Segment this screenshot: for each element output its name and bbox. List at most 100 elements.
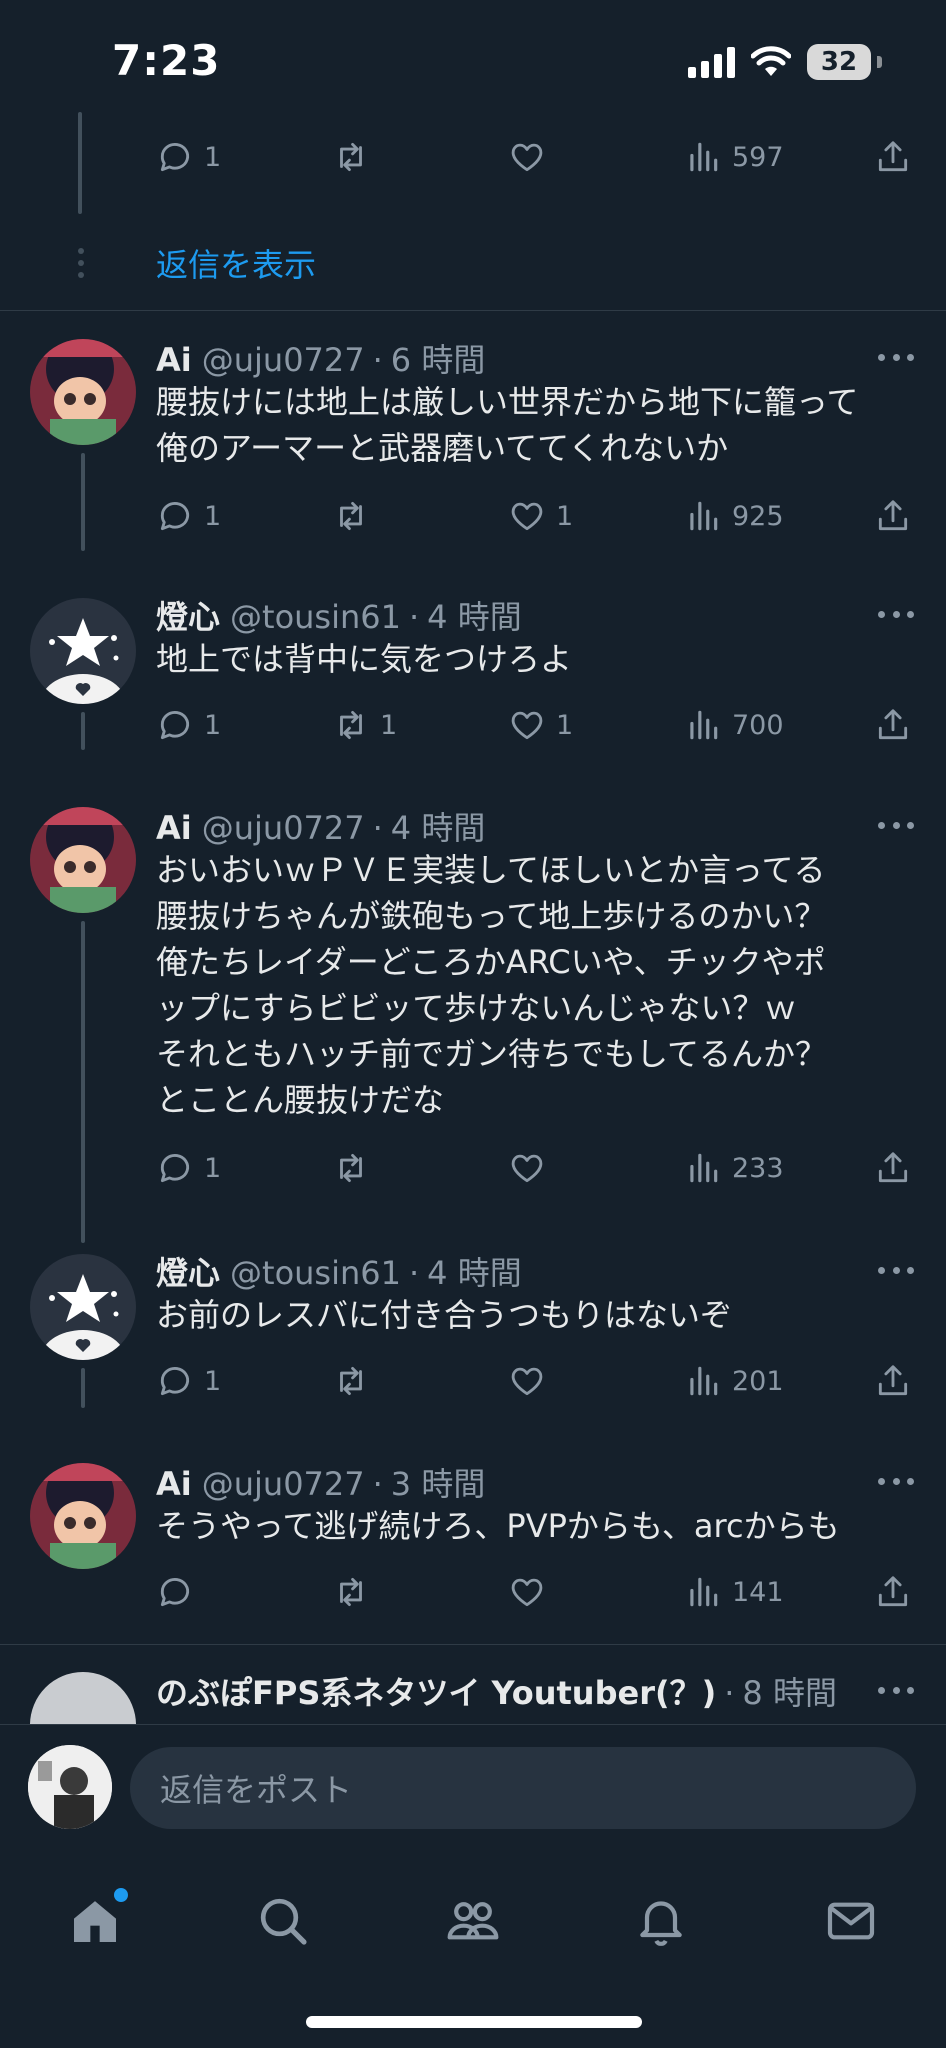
avatar-image [30, 1463, 136, 1569]
status-icons: 32 [688, 44, 882, 80]
more-replies-dots [78, 248, 84, 278]
reply-input[interactable]: 返信をポスト [130, 1747, 916, 1829]
views-button[interactable]: 925 [684, 491, 784, 541]
more-options-icon[interactable] [878, 1459, 914, 1503]
tab-notifications[interactable] [626, 1886, 696, 1956]
timestamp: 6 時間 [390, 341, 486, 379]
like-count: 1 [556, 709, 574, 741]
handle[interactable]: @tousin61 [230, 598, 401, 636]
share-button[interactable] [874, 700, 912, 750]
views-icon [690, 142, 718, 172]
display-name[interactable]: Ai [156, 341, 192, 379]
display-name[interactable]: Ai [156, 809, 192, 847]
thread-screen: 7:23 32 1 597 返信を表示 Ai @uju0727 · 6 時間 腰… [0, 0, 946, 2048]
handle[interactable]: @tousin61 [230, 1254, 401, 1292]
reply-button[interactable] [156, 1567, 204, 1617]
tweet-line: そうやって逃げ続けろ、PVPからも、arcからも [156, 1507, 840, 1545]
reply-button[interactable]: 1 [156, 491, 221, 541]
heart-icon [511, 1367, 543, 1396]
views-icon [690, 710, 718, 740]
tab-search[interactable] [248, 1886, 318, 1956]
display-name[interactable]: のぶぽFPS系ネタツイ Youtuber(？) [156, 1668, 716, 1714]
avatar-ai[interactable] [30, 339, 136, 445]
share-button[interactable] [874, 491, 912, 541]
reply-button[interactable]: 1 [156, 1356, 221, 1406]
thread-line [78, 112, 82, 214]
share-button[interactable] [874, 1143, 912, 1193]
tweet-line: 地上では背中に気をつけろよ [156, 640, 573, 678]
avatar-image [28, 1745, 112, 1829]
like-button[interactable] [508, 1567, 556, 1617]
avatar-ai[interactable] [30, 1463, 136, 1569]
tweet-line: 俺たちレイダーどころかARCいや、チックやポ [156, 943, 826, 981]
separator-dot: · [408, 1254, 420, 1292]
handle[interactable]: @uju0727 [202, 341, 365, 379]
wifi-icon [751, 46, 791, 76]
separator-dot: · [724, 1674, 735, 1712]
views-button[interactable]: 597 [684, 132, 784, 182]
action-bar: 1 1 925 [156, 491, 916, 541]
more-options-icon[interactable] [878, 1668, 914, 1712]
share-icon [878, 1365, 908, 1396]
share-button[interactable] [874, 1356, 912, 1406]
display-name[interactable]: 燈心 [156, 592, 220, 638]
action-bar: 1 233 [156, 1143, 916, 1193]
display-name[interactable]: 燈心 [156, 1248, 220, 1294]
avatar-ai[interactable] [30, 807, 136, 913]
retweet-button[interactable] [332, 1143, 380, 1193]
like-button[interactable] [508, 1356, 556, 1406]
action-bar: 1 1 1 700 [156, 700, 916, 750]
reply-button[interactable]: 1 [156, 132, 221, 182]
reply-button[interactable]: 1 [156, 1143, 221, 1193]
more-options-icon[interactable] [878, 1248, 914, 1292]
views-count: 201 [732, 1365, 784, 1397]
like-button[interactable]: 1 [508, 491, 573, 541]
more-options-icon[interactable] [878, 803, 914, 847]
avatar-image [30, 1254, 136, 1360]
tab-home[interactable] [60, 1886, 130, 1956]
show-replies-link[interactable]: 返信を表示 [156, 240, 316, 286]
separator-dot: · [372, 341, 383, 379]
like-button[interactable] [508, 1143, 556, 1193]
more-options-icon[interactable] [878, 592, 914, 636]
divider [0, 310, 946, 311]
reply-button[interactable]: 1 [156, 700, 221, 750]
avatar-image [30, 339, 136, 445]
tweet-header: Ai @uju0727 · 6 時間 [156, 335, 485, 379]
views-button[interactable]: 700 [684, 700, 784, 750]
status-time: 7:23 [112, 36, 221, 85]
more-options-icon[interactable] [878, 335, 914, 379]
retweet-button[interactable] [332, 1567, 380, 1617]
views-button[interactable]: 201 [684, 1356, 784, 1406]
avatar-nobupo[interactable] [30, 1672, 136, 1724]
retweet-icon [340, 1577, 362, 1607]
tab-messages[interactable] [816, 1886, 886, 1956]
tab-communities[interactable] [438, 1886, 508, 1956]
action-bar: 1 201 [156, 1356, 916, 1406]
tweet-line: ップにすらビビッて歩けないんじゃない？ｗ [156, 989, 797, 1027]
tweet-line: 俺のアーマーと武器磨いててくれないか [156, 429, 729, 467]
tweet[interactable]: のぶぽFPS系ネタツイ Youtuber(？) · 8 時間 [0, 1668, 946, 1724]
like-button[interactable] [508, 132, 556, 182]
avatar-image [30, 807, 136, 913]
retweet-button[interactable] [332, 491, 380, 541]
avatar-tousin[interactable] [30, 598, 136, 704]
heart-icon [511, 711, 543, 740]
retweet-button[interactable]: 1 [332, 700, 397, 750]
like-button[interactable]: 1 [508, 700, 573, 750]
avatar-tousin[interactable] [30, 1254, 136, 1360]
share-button[interactable] [874, 132, 912, 182]
display-name[interactable]: Ai [156, 1465, 192, 1503]
retweet-button[interactable] [332, 132, 380, 182]
views-count: 141 [732, 1576, 784, 1608]
avatar-image [30, 598, 136, 704]
handle[interactable]: @uju0727 [202, 809, 365, 847]
retweet-button[interactable] [332, 1356, 380, 1406]
share-button[interactable] [874, 1567, 912, 1617]
views-button[interactable]: 233 [684, 1143, 784, 1193]
views-button[interactable]: 141 [684, 1567, 784, 1617]
handle[interactable]: @uju0727 [202, 1465, 365, 1503]
my-avatar[interactable] [28, 1745, 112, 1829]
heart-icon [511, 143, 543, 172]
retweet-icon [340, 1366, 362, 1396]
